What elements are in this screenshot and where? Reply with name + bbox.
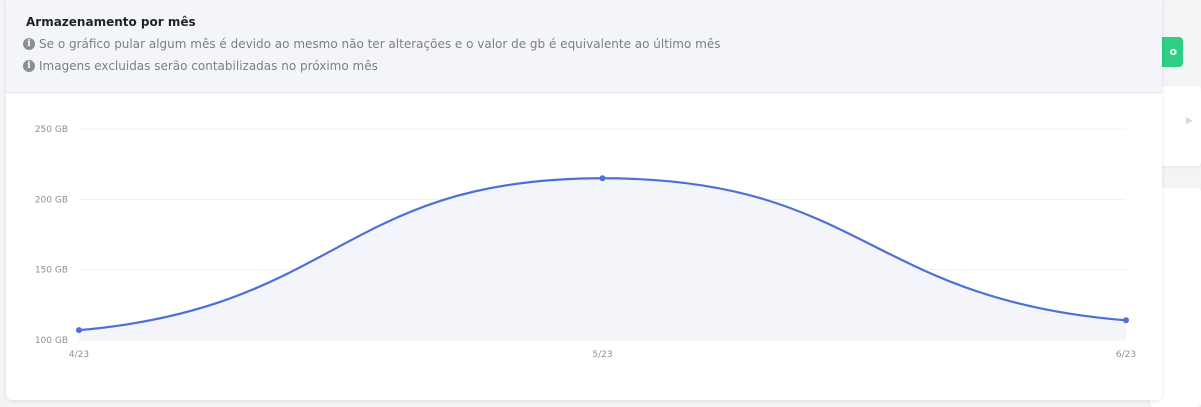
chevron-right-icon: ▶ <box>1186 116 1193 126</box>
info-note: i Imagens excluidas serão contabilizadas… <box>23 59 378 73</box>
storage-per-month-card: Armazenamento por mês i Se o gráfico pul… <box>6 0 1162 400</box>
card-title: Armazenamento por mês <box>26 15 196 29</box>
y-tick-label: 200 GB <box>35 195 68 205</box>
y-tick-label: 250 GB <box>35 125 68 135</box>
y-tick-label: 150 GB <box>35 266 68 276</box>
data-point <box>76 327 82 334</box>
info-note-text: Se o gráfico pular algum mês é devido ao… <box>39 37 721 51</box>
info-note: i Se o gráfico pular algum mês é devido … <box>23 37 720 51</box>
x-tick-label: 5/23 <box>592 350 612 360</box>
series-area <box>79 178 1126 340</box>
x-tick-label: 4/23 <box>69 350 89 360</box>
x-tick-label: 6/23 <box>1116 350 1136 360</box>
info-icon: i <box>23 38 35 50</box>
info-icon: i <box>23 60 35 72</box>
storage-chart-svg: 250 GB 200 GB 150 GB 100 GB4/23 5/23 6/23 <box>35 125 1136 360</box>
card-header: Armazenamento por mês i Se o gráfico pul… <box>6 0 1162 93</box>
info-note-text: Imagens excluidas serão contabilizadas n… <box>39 59 378 73</box>
storage-chart: 250 GB 200 GB 150 GB 100 GB 4/23 5/23 6/23 <box>6 93 1162 400</box>
data-point <box>1123 317 1129 324</box>
y-tick-label: 100 GB <box>35 336 68 346</box>
data-point <box>599 175 606 182</box>
